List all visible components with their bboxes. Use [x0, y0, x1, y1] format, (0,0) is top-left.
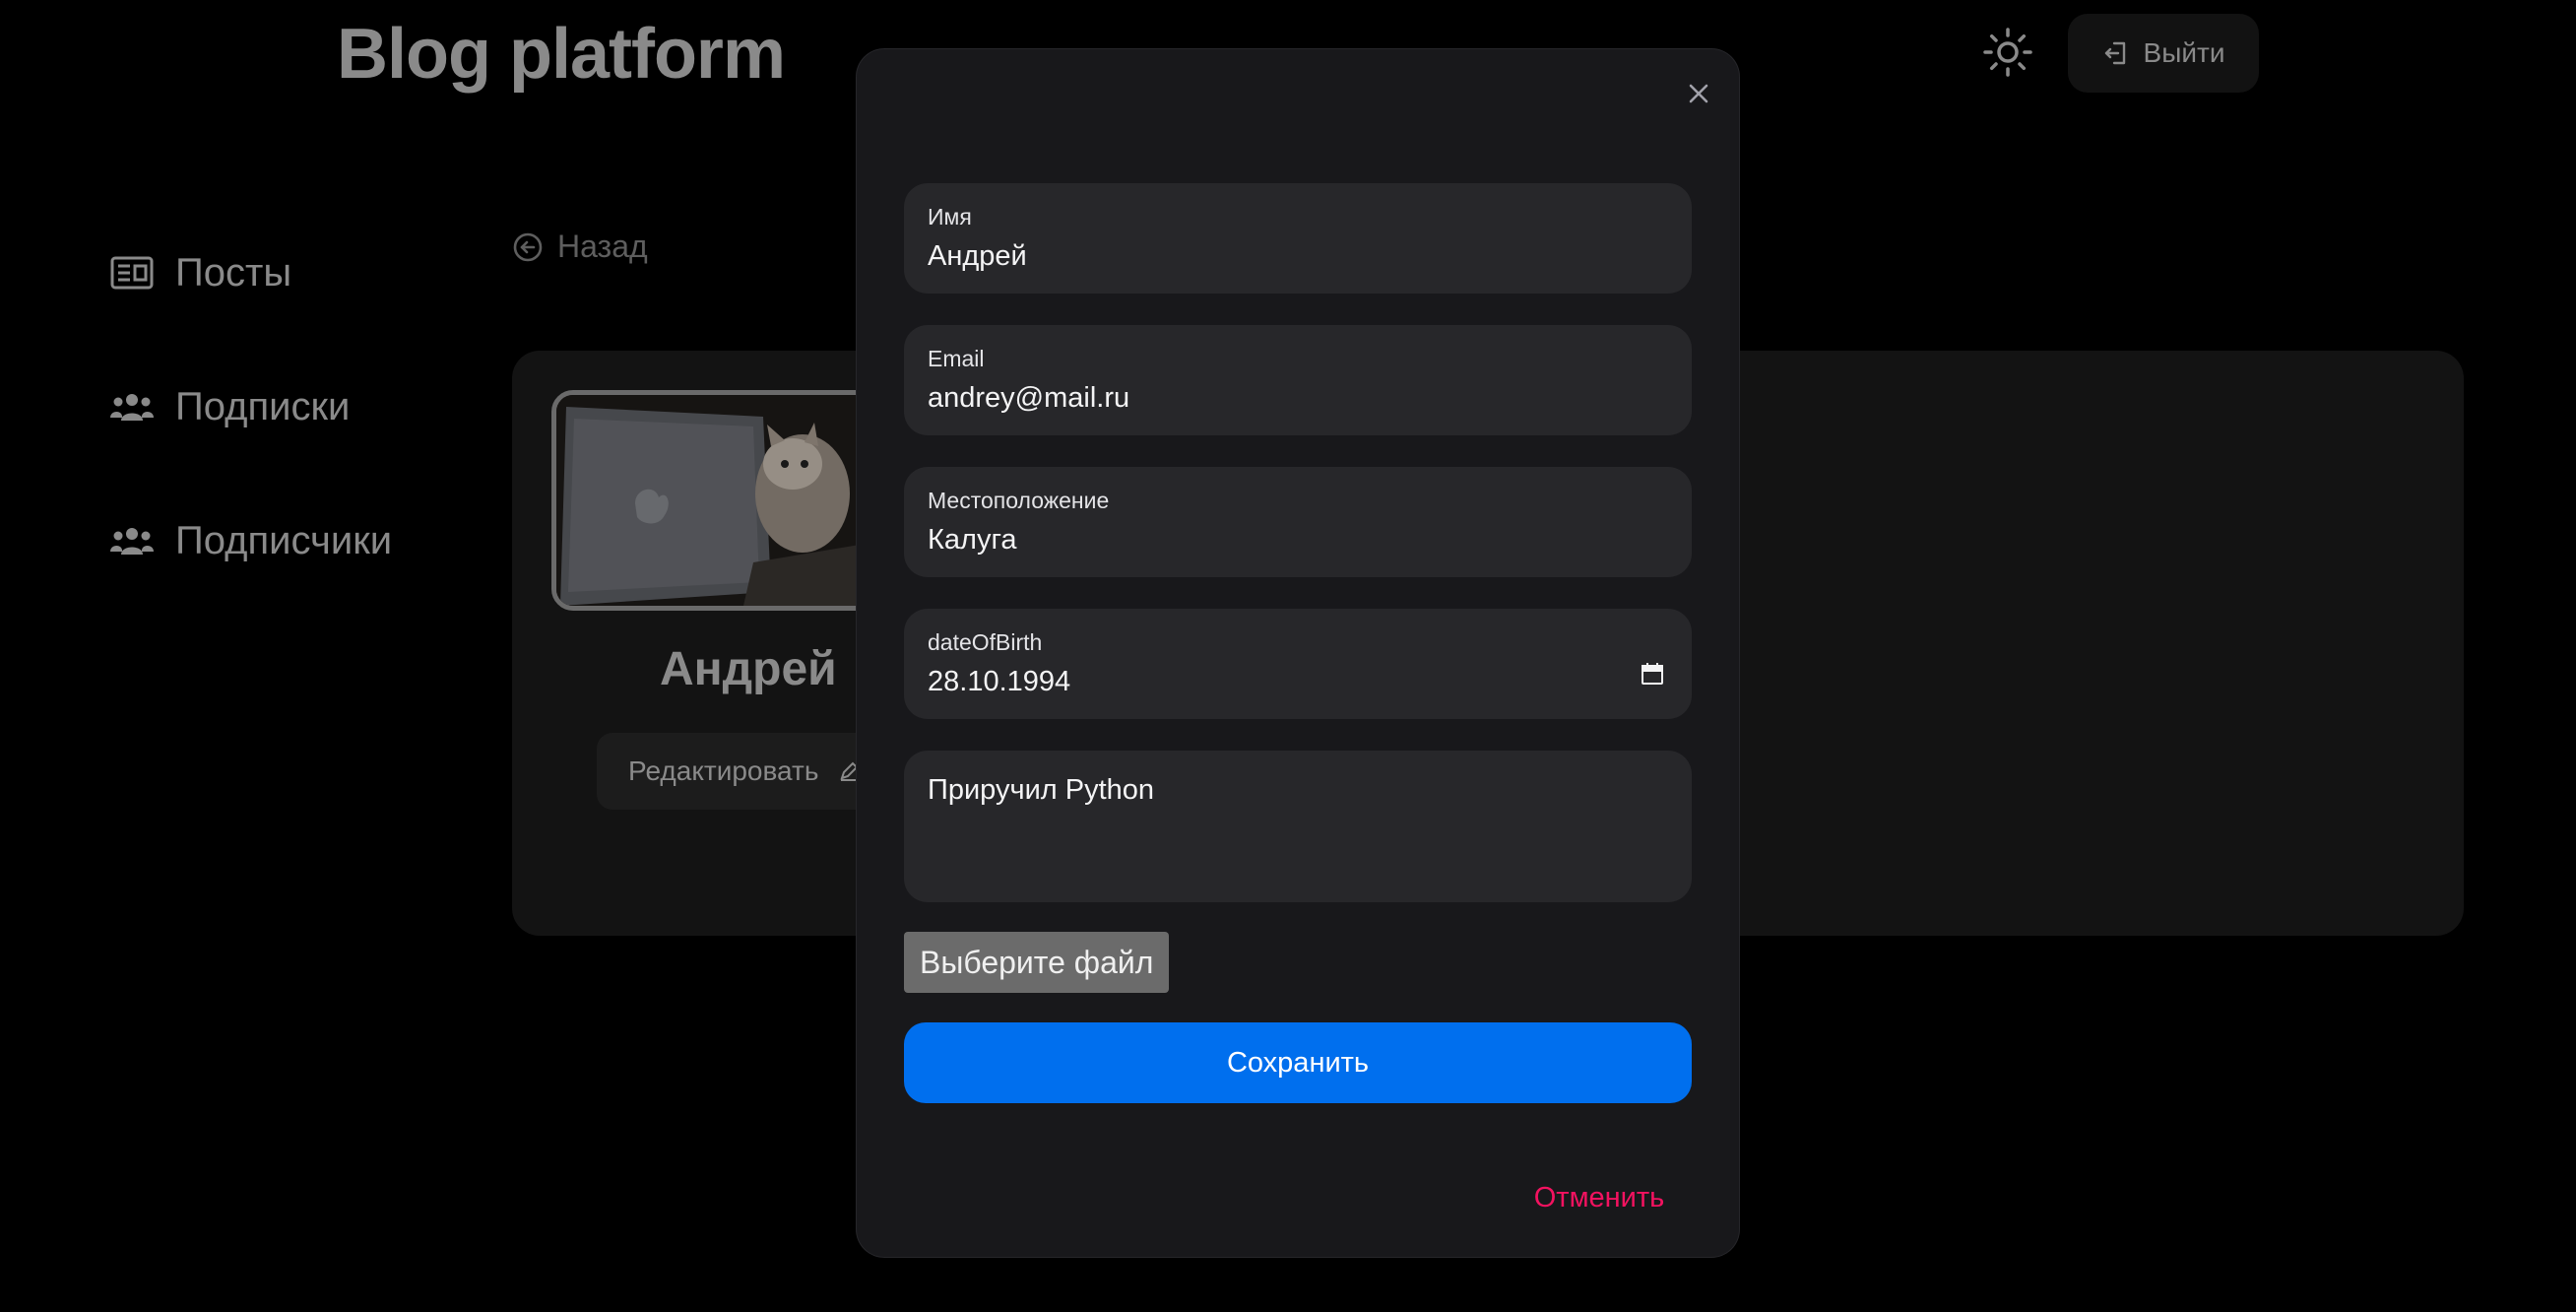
back-link[interactable]: Назад: [512, 229, 648, 265]
sun-icon: [1983, 28, 2032, 77]
back-label: Назад: [557, 229, 648, 264]
profile-name: Андрей: [660, 643, 837, 695]
sidebar-item-posts[interactable]: Посты: [110, 236, 392, 309]
name-field-label: Имя: [928, 204, 972, 230]
users-icon: [110, 394, 154, 421]
choose-file-button[interactable]: Выберите файл: [904, 932, 1170, 993]
email-field-value: andrey@mail.ru: [928, 382, 1130, 414]
sidebar-item-followers[interactable]: Подписчики: [110, 504, 392, 577]
newspaper-icon: [110, 256, 154, 290]
sidebar-nav: Посты Подписки Подписчики: [110, 236, 392, 638]
sidebar-item-label: Посты: [175, 250, 292, 295]
cancel-button[interactable]: Отменить: [1520, 1168, 1678, 1227]
logout-icon: [2104, 41, 2125, 65]
dob-field-label: dateOfBirth: [928, 629, 1043, 655]
email-field[interactable]: Email andrey@mail.ru: [904, 325, 1692, 435]
email-field-label: Email: [928, 346, 985, 371]
name-field-value: Андрей: [928, 240, 1027, 272]
brand-title: Blog platform: [337, 15, 786, 94]
location-field-value: Калуга: [928, 524, 1017, 556]
sidebar-item-subscriptions[interactable]: Подписки: [110, 370, 392, 443]
logout-label: Выйти: [2143, 37, 2225, 68]
dob-field-value: 28.10.1994: [928, 666, 1071, 697]
location-field[interactable]: Местоположение Калуга: [904, 467, 1692, 577]
name-field[interactable]: Имя Андрей: [904, 183, 1692, 294]
edit-label: Редактировать: [628, 755, 819, 786]
logout-button[interactable]: Выйти: [2068, 14, 2259, 93]
location-field-label: Местоположение: [928, 488, 1110, 513]
theme-toggle-button[interactable]: [1977, 22, 2038, 83]
close-icon: [1689, 84, 1708, 103]
save-button[interactable]: Сохранить: [904, 1022, 1692, 1103]
arrow-left-circle-icon: [513, 232, 543, 261]
sidebar-item-label: Подписки: [175, 384, 351, 428]
sidebar-item-label: Подписчики: [175, 518, 393, 562]
edit-profile-modal: Имя Андрей Email andrey@mail.ru Местопол…: [857, 49, 1739, 1257]
bio-textarea[interactable]: Приручил Python: [904, 751, 1692, 902]
date-of-birth-field[interactable]: dateOfBirth 28.10.1994: [904, 609, 1692, 719]
users-icon: [110, 528, 154, 555]
calendar-icon[interactable]: [1641, 662, 1664, 686]
close-button[interactable]: [1674, 69, 1723, 118]
